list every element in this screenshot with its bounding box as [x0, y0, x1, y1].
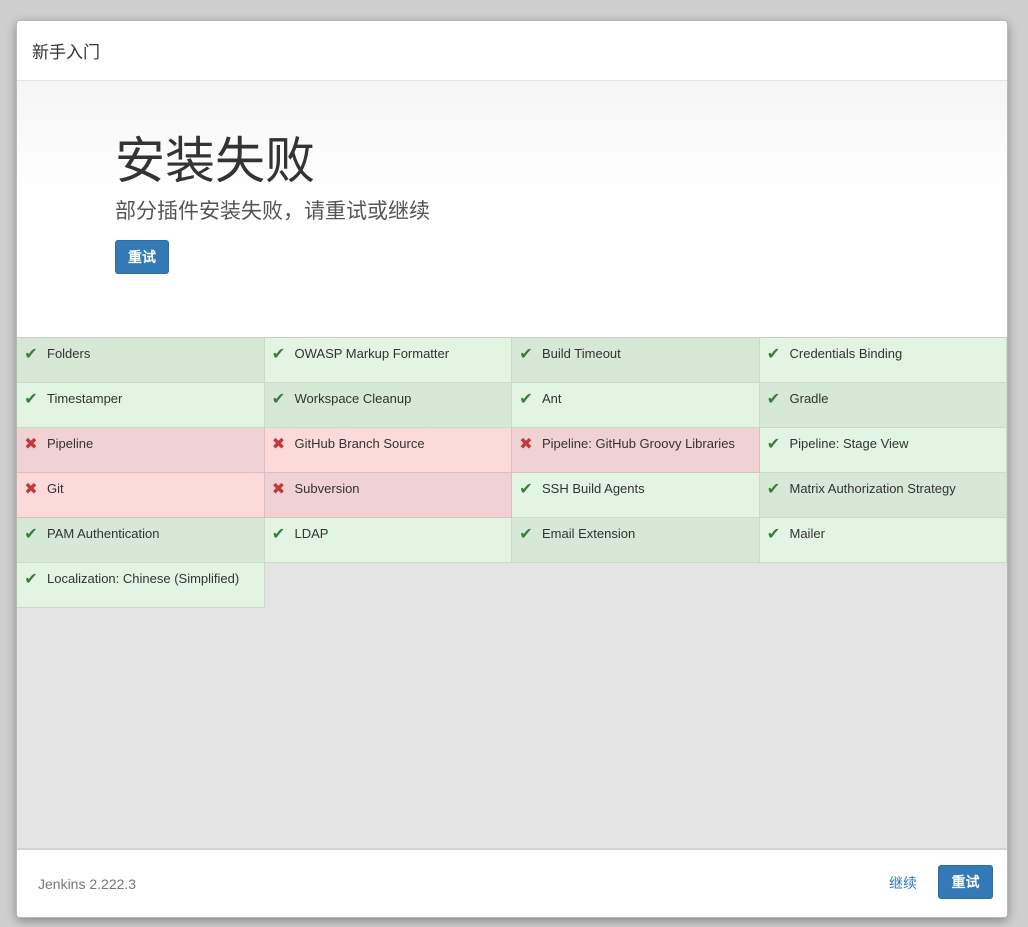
cross-icon: ✖	[24, 436, 38, 453]
setup-wizard-dialog: 新手入门 安装失败 部分插件安装失败，请重试或继续 重试 ✔ Folders ✔ OW…	[16, 20, 1008, 918]
check-icon: ✔	[519, 526, 533, 543]
plugin-install-status-area: ✔ Folders ✔ OWASP Markup Formatter ✔ Build Ti…	[17, 337, 1007, 849]
plugin-item: ✔ Folders	[17, 338, 265, 383]
plugin-item: ✔ Workspace Cleanup	[264, 383, 512, 428]
check-icon: ✔	[24, 571, 38, 588]
check-icon: ✔	[24, 346, 38, 363]
check-icon: ✔	[766, 346, 781, 363]
plugin-item: ✔ Matrix Authorization Strategy	[759, 473, 1007, 518]
check-icon: ✔	[271, 391, 286, 408]
plugin-name: Gradle	[789, 391, 829, 406]
cross-icon: ✖	[271, 436, 286, 453]
plugin-item: ✔ PAM Authentication	[17, 518, 265, 563]
check-icon: ✔	[766, 481, 781, 498]
check-icon: ✔	[24, 391, 38, 408]
plugin-name: Folders	[47, 346, 91, 361]
plugin-name: PAM Authentication	[47, 526, 160, 541]
plugin-name: Ant	[542, 391, 562, 406]
plugin-name: Pipeline	[47, 436, 94, 451]
page-subtitle: 部分插件安装失败，请重试或继续	[115, 200, 430, 223]
plugin-name: Pipeline: Stage View	[789, 436, 909, 451]
plugin-item: ✖ Subversion	[264, 473, 512, 518]
plugin-item: ✖ Pipeline	[17, 428, 265, 473]
plugin-name: Email Extension	[542, 526, 636, 541]
plugin-name: Matrix Authorization Strategy	[789, 481, 956, 496]
plugin-name: Build Timeout	[542, 346, 621, 361]
plugin-name: Git	[47, 481, 64, 496]
install-failed-banner: 安装失败 部分插件安装失败，请重试或继续 重试	[17, 81, 1007, 337]
plugin-name: Credentials Binding	[789, 346, 903, 361]
plugin-item: ✔ Pipeline: Stage View	[759, 428, 1007, 473]
plugin-item: ✔ Timestamper	[17, 383, 265, 428]
plugin-item: ✖ GitHub Branch Source	[264, 428, 512, 473]
plugin-name: Mailer	[789, 526, 825, 541]
plugin-name: LDAP	[294, 526, 329, 541]
check-icon: ✔	[271, 526, 286, 543]
plugin-item: ✔ Gradle	[759, 383, 1007, 428]
footer-retry-button[interactable]: 重试	[938, 865, 993, 899]
dialog-title: 新手入门	[32, 43, 100, 62]
plugin-item: ✖ Pipeline: GitHub Groovy Libraries	[512, 428, 760, 473]
jenkins-version: Jenkins 2.222.3	[38, 876, 137, 892]
retry-button[interactable]: 重试	[115, 240, 169, 274]
check-icon: ✔	[766, 526, 781, 543]
plugin-name: Timestamper	[47, 391, 123, 406]
plugin-item: ✔ Ant	[512, 383, 760, 428]
plugin-item: ✔ Localization: Chinese (Simplified)	[17, 563, 265, 608]
plugin-item: ✔ SSH Build Agents	[512, 473, 760, 518]
plugin-item: ✖ Git	[17, 473, 265, 518]
plugin-name: Subversion	[294, 481, 360, 496]
dialog-footer: Jenkins 2.222.3 继续 重试	[17, 848, 1007, 917]
dialog-header: 新手入门	[17, 21, 1007, 81]
check-icon: ✔	[519, 481, 533, 498]
check-icon: ✔	[271, 346, 286, 363]
cross-icon: ✖	[24, 481, 38, 498]
plugin-item: ✔ Mailer	[759, 518, 1007, 563]
plugin-item: ✔ Email Extension	[512, 518, 760, 563]
plugin-item: ✔ Credentials Binding	[759, 338, 1007, 383]
page-title: 安装失败	[115, 133, 315, 189]
check-icon: ✔	[519, 391, 533, 408]
check-icon: ✔	[766, 436, 781, 453]
plugin-name: SSH Build Agents	[542, 481, 645, 496]
plugin-name: OWASP Markup Formatter	[294, 346, 450, 361]
check-icon: ✔	[519, 346, 533, 363]
plugin-name: Pipeline: GitHub Groovy Libraries	[542, 436, 735, 451]
check-icon: ✔	[766, 391, 781, 408]
plugin-list: ✔ Folders ✔ OWASP Markup Formatter ✔ Build Ti…	[17, 338, 1007, 608]
check-icon: ✔	[24, 526, 38, 543]
plugin-item: ✔ Build Timeout	[512, 338, 760, 383]
plugin-item: ✔ OWASP Markup Formatter	[264, 338, 512, 383]
plugin-name: Localization: Chinese (Simplified)	[47, 571, 240, 586]
plugin-name: Workspace Cleanup	[294, 391, 412, 406]
cross-icon: ✖	[519, 436, 533, 453]
cross-icon: ✖	[271, 481, 286, 498]
plugin-item: ✔ LDAP	[264, 518, 512, 563]
plugin-name: GitHub Branch Source	[294, 436, 425, 451]
continue-link[interactable]: 继续	[889, 873, 917, 893]
